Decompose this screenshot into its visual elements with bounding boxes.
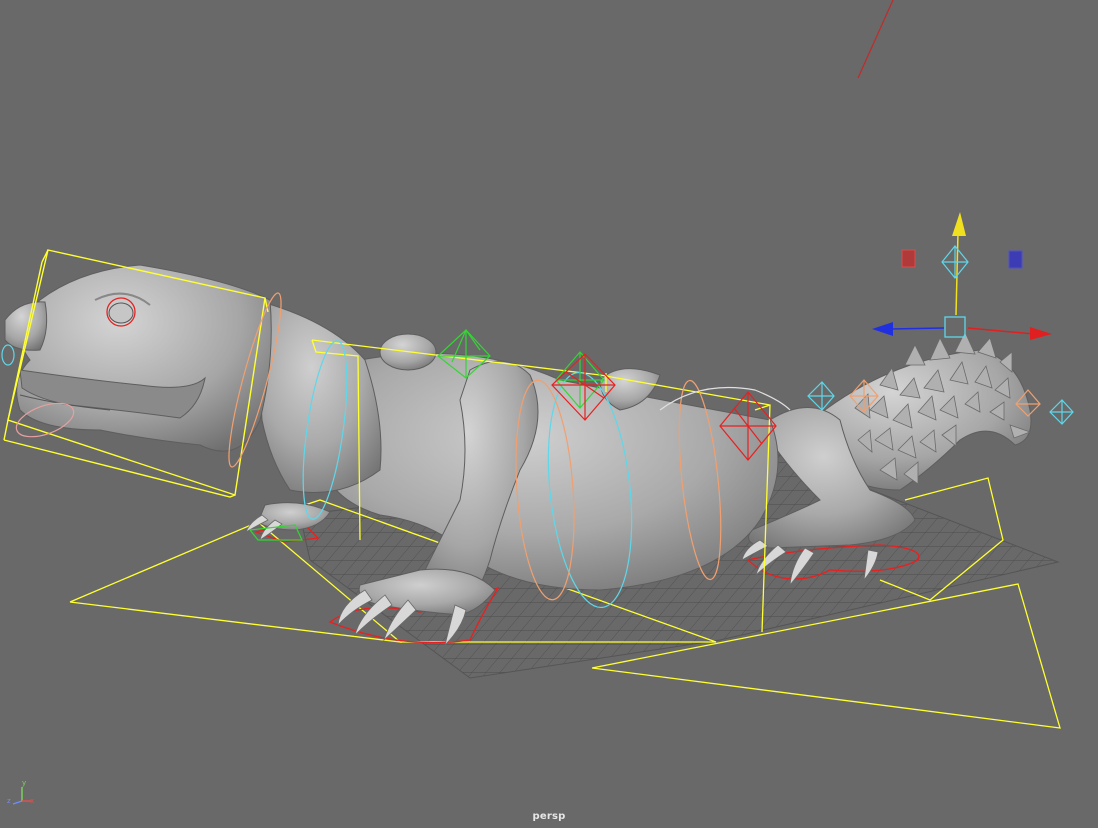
axis-z-label: z: [7, 797, 11, 805]
manip-y-axis[interactable]: [955, 231, 959, 316]
guide-line-red: [857, 0, 894, 79]
manip-plane-yz-blue[interactable]: [1008, 250, 1023, 269]
manip-z-axis[interactable]: [889, 327, 945, 330]
manip-x-axis[interactable]: [967, 327, 1035, 335]
manip-x-arrow[interactable]: [1030, 327, 1052, 340]
manip-center-handle[interactable]: [944, 316, 966, 338]
move-manipulator[interactable]: [872, 212, 1052, 340]
maya-viewport-persp[interactable]: y x z persp: [0, 0, 1098, 828]
view-axis-indicator: [12, 787, 31, 805]
snout-ring-cyan[interactable]: [1, 344, 15, 366]
octa-cyan-tail-tip[interactable]: [1049, 399, 1074, 425]
camera-name-label: persp: [532, 811, 566, 822]
axis-x-label: x: [30, 797, 35, 805]
axis-y-label: y: [22, 779, 27, 787]
manip-plane-xz-red[interactable]: [901, 249, 916, 268]
manip-y-arrow[interactable]: [952, 212, 966, 236]
viewport-scene[interactable]: [0, 0, 1098, 828]
manip-z-arrow[interactable]: [872, 322, 893, 336]
manip-rotate-octa[interactable]: [941, 245, 969, 279]
